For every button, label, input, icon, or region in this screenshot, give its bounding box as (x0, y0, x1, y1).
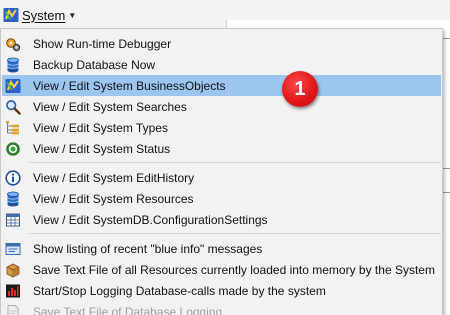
menu-item-show-runtime-debugger[interactable]: Show Run-time Debugger (2, 33, 441, 54)
menu-separator (29, 233, 441, 234)
menu-item-label: Show Run-time Debugger (33, 36, 172, 51)
menu-item-label: View / Edit SystemDB.ConfigurationSettin… (33, 212, 268, 227)
menu-item-toggle-database-logging[interactable]: Start/Stop Logging Database-calls made b… (2, 280, 441, 301)
menu-item-label: Show listing of recent "blue info" messa… (33, 241, 263, 256)
business-objects-icon (5, 78, 21, 93)
system-dropdown-menu: Show Run-time Debugger Backup Database N… (0, 28, 443, 315)
status-circle-icon (6, 141, 20, 156)
system-menu-button[interactable]: System ▼ (0, 0, 80, 30)
menu-item-show-blue-info-messages[interactable]: Show listing of recent "blue info" messa… (2, 238, 441, 259)
business-objects-icon (3, 8, 19, 22)
menu-separator (29, 162, 441, 163)
menu-item-label: Start/Stop Logging Database-calls made b… (33, 283, 326, 298)
menu-item-edit-searches[interactable]: View / Edit System Searches (2, 96, 441, 117)
menu-item-edit-status[interactable]: View / Edit System Status (2, 138, 441, 159)
database-icon (7, 191, 19, 206)
menu-item-edit-business-objects[interactable]: View / Edit System BusinessObjects (2, 75, 441, 96)
magnifier-icon (6, 99, 21, 115)
menu-item-edit-types[interactable]: View / Edit System Types (2, 117, 441, 138)
menu-item-label: View / Edit System EditHistory (33, 170, 195, 185)
menu-item-label: View / Edit System BusinessObjects (33, 78, 226, 93)
menu-item-label: View / Edit System Resources (33, 191, 194, 206)
system-menu-label: System (22, 7, 66, 23)
menu-item-label: View / Edit System Searches (33, 99, 187, 114)
menu-item-label: View / Edit System Status (33, 141, 171, 156)
bar-chart-icon (6, 284, 20, 297)
database-icon (7, 57, 19, 72)
screen: System ▼ Show Run-time Debugger Backup D… (0, 0, 450, 315)
menu-item-backup-database[interactable]: Backup Database Now (2, 54, 441, 75)
step-number-badge: 1 (282, 71, 318, 107)
menu-item-edit-history[interactable]: View / Edit System EditHistory (2, 167, 441, 188)
menu-item-save-database-logging[interactable]: Save Text File of Database Logging (2, 301, 441, 315)
debugger-gears-icon (6, 37, 21, 51)
menu-item-label: Save Text File of all Resources currentl… (33, 262, 435, 277)
document-icon (7, 304, 19, 315)
menu-item-edit-resources[interactable]: View / Edit System Resources (2, 188, 441, 209)
menu-item-save-resources-text-file[interactable]: Save Text File of all Resources currentl… (2, 259, 441, 280)
menu-item-label: Backup Database Now (33, 57, 156, 72)
chevron-down-icon: ▼ (68, 10, 77, 20)
info-icon (5, 169, 21, 186)
package-icon (6, 263, 20, 277)
menu-item-label: Save Text File of Database Logging (33, 304, 223, 315)
grid-icon (6, 213, 20, 226)
info-window-icon (5, 242, 21, 255)
menu-item-label: View / Edit System Types (33, 120, 168, 135)
tree-icon (6, 120, 19, 134)
menu-item-edit-configuration-settings[interactable]: View / Edit SystemDB.ConfigurationSettin… (2, 209, 441, 230)
